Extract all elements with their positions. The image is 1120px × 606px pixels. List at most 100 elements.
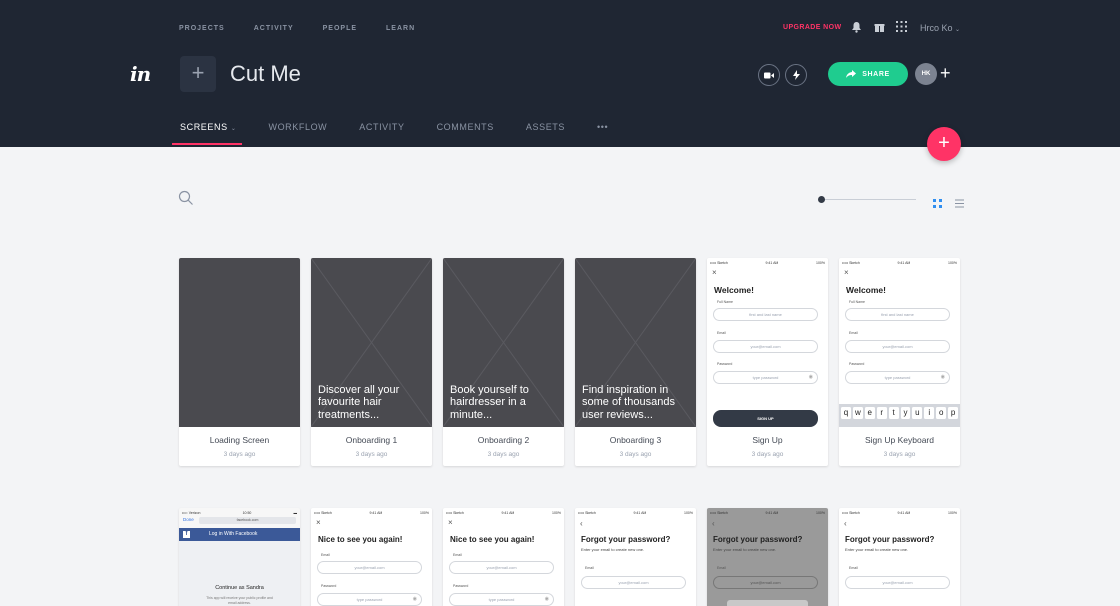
full-name-label: Full Name [717, 300, 733, 304]
done-link: Done [183, 517, 194, 522]
screen-card-login[interactable]: ••••• Sketch 9:41 AM 100% × Nice to see yo… [311, 508, 432, 606]
tab-screens[interactable]: SCREENS ⌄ [171, 122, 243, 145]
apps-grid-icon[interactable] [895, 21, 907, 33]
screen-card-onboarding-3[interactable]: Find inspiration in some of thousands us… [575, 258, 696, 466]
screen-thumbnail: ••••• Sketch 9:41 AM 100% × Welcome! Full … [707, 258, 828, 427]
email-label: Email [321, 553, 330, 557]
key: u [912, 407, 923, 419]
tab-comments[interactable]: COMMENTS [437, 122, 494, 132]
time: 9:41 AM [765, 261, 779, 265]
grid-view-icon[interactable] [933, 195, 942, 208]
carrier: ••••• Sketch [446, 511, 464, 515]
tab-screens-label: SCREENS [180, 122, 228, 132]
screen-card-sign-up-keyboard[interactable]: ••••• Sketch 9:41 AM 100% × Welcome! Full … [839, 258, 960, 466]
battery-icon: ▬ [293, 511, 297, 515]
time: 9:41 AM [633, 511, 647, 515]
status-bar: ••••• Sketch 9:41 AM 100% [842, 511, 957, 516]
facebook-login-title: Log in With Facebook [209, 531, 258, 537]
zoom-slider[interactable] [818, 196, 916, 203]
screen-card-facebook-login[interactable]: •••○ Verizon 10:50 ▬ Done facebook.com f Lo… [179, 508, 300, 606]
eye-icon: ◉ [940, 374, 945, 380]
screen-name: Sign Up Keyboard [865, 435, 934, 445]
permission-note: This app will receive your public profil… [206, 596, 273, 605]
forgot-title: Forgot your password? [581, 535, 671, 544]
zoom-slider-handle[interactable] [818, 196, 825, 203]
screen-thumbnail [179, 258, 300, 427]
tab-activity[interactable]: ACTIVITY [359, 122, 404, 132]
screen-name: Sign Up [752, 435, 783, 445]
tab-assets[interactable]: ASSETS [526, 122, 565, 132]
email-field: your@email.com [317, 561, 422, 574]
close-icon: × [316, 518, 321, 527]
modal-sheet [727, 600, 808, 606]
password-label: Password [849, 362, 865, 366]
add-button[interactable]: + [180, 56, 216, 92]
gift-icon[interactable] [873, 21, 885, 33]
nav-projects[interactable]: PROJECTS [179, 25, 225, 32]
carrier: ••••• Sketch [578, 511, 596, 515]
password-placeholder: type password [488, 597, 515, 602]
bell-icon[interactable] [850, 21, 862, 33]
screen-date: 3 days ago [883, 451, 916, 458]
screen-name: Onboarding 3 [609, 435, 662, 445]
email-field: your@email.com [845, 576, 950, 589]
add-member-button[interactable]: + [940, 62, 951, 84]
upgrade-now-link[interactable]: UPGRADE NOW [783, 24, 841, 31]
onboarding-text: Find inspiration in some of thousands us… [582, 383, 675, 421]
key: r [876, 407, 887, 419]
screen-card-forgot-password-2[interactable]: ••••• Sketch 9:41 AM 100% ‹ Forgot your pa… [839, 508, 960, 606]
video-call-button[interactable] [758, 64, 780, 86]
status-bar: ••••• Sketch 9:41 AM 100% [446, 511, 561, 516]
status-bar: ••••• Sketch 9:41 AM 100% [578, 511, 693, 516]
screen-card-onboarding-2[interactable]: Book yourself to hairdresser in a minute… [443, 258, 564, 466]
user-menu[interactable]: Hrco Ko ⌄ [920, 23, 960, 33]
key: o [936, 407, 947, 419]
back-icon: ‹ [580, 519, 583, 528]
nav-learn[interactable]: LEARN [386, 25, 415, 32]
screen-card-sign-up[interactable]: ••••• Sketch 9:41 AM 100% × Welcome! Full … [707, 258, 828, 466]
screen-date: 3 days ago [751, 451, 784, 458]
header: PROJECTS ACTIVITY PEOPLE LEARN UPGRADE N… [0, 0, 1120, 147]
project-title[interactable]: Cut Me [230, 61, 301, 87]
forgot-subtitle: Enter your email to create new one. [713, 547, 777, 552]
nav-people[interactable]: PEOPLE [323, 25, 357, 32]
email-field: your@email.com [581, 576, 686, 589]
time: 9:41 AM [897, 261, 911, 265]
screen-card-forgot-password[interactable]: ••••• Sketch 9:41 AM 100% ‹ Forgot your pa… [575, 508, 696, 606]
email-label: Email [717, 566, 726, 570]
key: p [948, 407, 959, 419]
battery: 100% [816, 511, 825, 515]
email-label: Email [849, 331, 858, 335]
browser-bar: •••○ Verizon 10:50 ▬ Done facebook.com [179, 508, 300, 528]
close-icon: × [844, 268, 849, 277]
url-bar: facebook.com [199, 517, 296, 524]
screen-date: 3 days ago [619, 451, 652, 458]
search-icon[interactable] [178, 190, 194, 206]
email-label: Email [849, 566, 858, 570]
tab-workflow[interactable]: WORKFLOW [268, 122, 327, 132]
tab-more[interactable]: ••• [597, 122, 608, 132]
close-icon: × [448, 518, 453, 527]
screen-name: Loading Screen [209, 435, 270, 445]
email-label: Email [453, 553, 462, 557]
share-button[interactable]: SHARE [828, 62, 908, 86]
list-view-icon[interactable] [955, 195, 964, 208]
screen-card-forgot-password-overlay[interactable]: ••••• Sketch 9:41 AM 100% ‹ Forgot your pa… [707, 508, 828, 606]
add-screen-button[interactable]: + [927, 127, 961, 161]
nav-activity[interactable]: ACTIVITY [254, 25, 294, 32]
carrier: ••••• Sketch [314, 511, 332, 515]
forgot-subtitle: Enter your email to create new one. [845, 547, 909, 552]
email-field: your@email.com [713, 340, 818, 353]
avatar[interactable]: HK [915, 63, 937, 85]
email-label: Email [585, 566, 594, 570]
screen-card-onboarding-1[interactable]: Discover all your favourite hair treatme… [311, 258, 432, 466]
share-label: SHARE [862, 70, 890, 78]
screen-thumbnail: Book yourself to hairdresser in a minute… [443, 258, 564, 427]
screen-date: 3 days ago [487, 451, 520, 458]
lightning-button[interactable] [785, 64, 807, 86]
invision-logo[interactable]: in [130, 62, 151, 86]
screen-card-loading[interactable]: Loading Screen 3 days ago [179, 258, 300, 466]
status-bar: ••••• Sketch 9:41 AM 100% [842, 261, 957, 266]
carrier: ••••• Sketch [842, 261, 860, 265]
screen-card-login-2[interactable]: ••••• Sketch 9:41 AM 100% × Nice to see yo… [443, 508, 564, 606]
